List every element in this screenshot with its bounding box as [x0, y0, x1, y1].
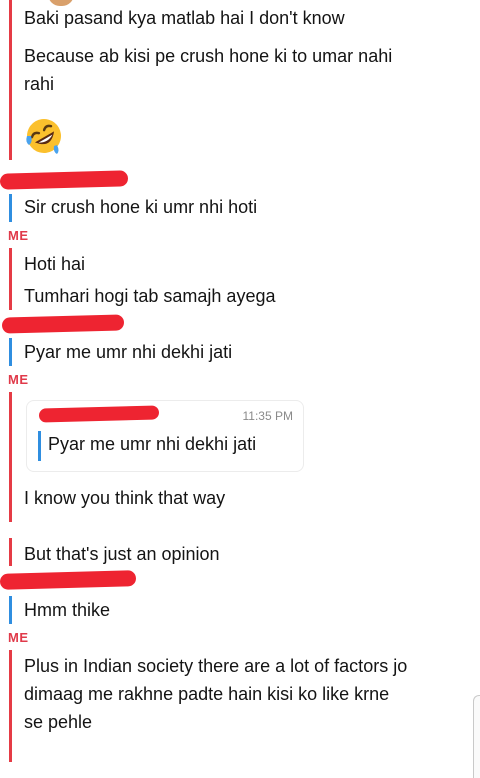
sender-bar	[9, 596, 12, 624]
sender-bar	[9, 392, 12, 522]
quote-text: Pyar me umr nhi dekhi jati	[48, 434, 257, 454]
redacted-name	[0, 570, 137, 590]
quote-timestamp: 11:35 PM	[242, 409, 293, 423]
message-text: I know you think that way	[24, 488, 226, 508]
side-panel-tab[interactable]	[473, 695, 480, 778]
sender-bar	[9, 538, 12, 566]
redacted-name	[0, 170, 129, 190]
message-text: Sir crush hone ki umr nhi hoti	[24, 197, 258, 217]
redacted-name	[1, 314, 125, 334]
quote-bar	[38, 431, 41, 461]
sender-bar	[9, 338, 12, 366]
message-text: Pyar me umr nhi dekhi jati	[24, 342, 233, 362]
redacted-name	[38, 405, 160, 423]
rofl-emoji-icon	[26, 119, 61, 154]
message-text: Because ab kisi pe crush hone ki to umar…	[24, 46, 393, 94]
sender-bar	[9, 650, 12, 762]
message-text: Hmm thike	[24, 600, 111, 620]
message-text: But that's just an opinion	[24, 544, 220, 564]
sender-label-me: ME	[8, 372, 29, 387]
message-text: Plus in Indian society there are a lot o…	[24, 656, 408, 732]
message-text: Baki pasand kya matlab hai I don't know	[24, 8, 345, 28]
quoted-message[interactable]: 11:35 PM Pyar me umr nhi dekhi jati	[26, 400, 304, 472]
sender-label-me: ME	[8, 630, 29, 645]
sender-bar	[9, 194, 12, 222]
sender-bar	[9, 0, 12, 160]
message-text: Hoti hai	[24, 254, 86, 274]
message-text: Tumhari hogi tab samajh ayega	[24, 286, 276, 306]
sender-bar	[9, 248, 12, 310]
sender-label-me: ME	[8, 228, 29, 243]
